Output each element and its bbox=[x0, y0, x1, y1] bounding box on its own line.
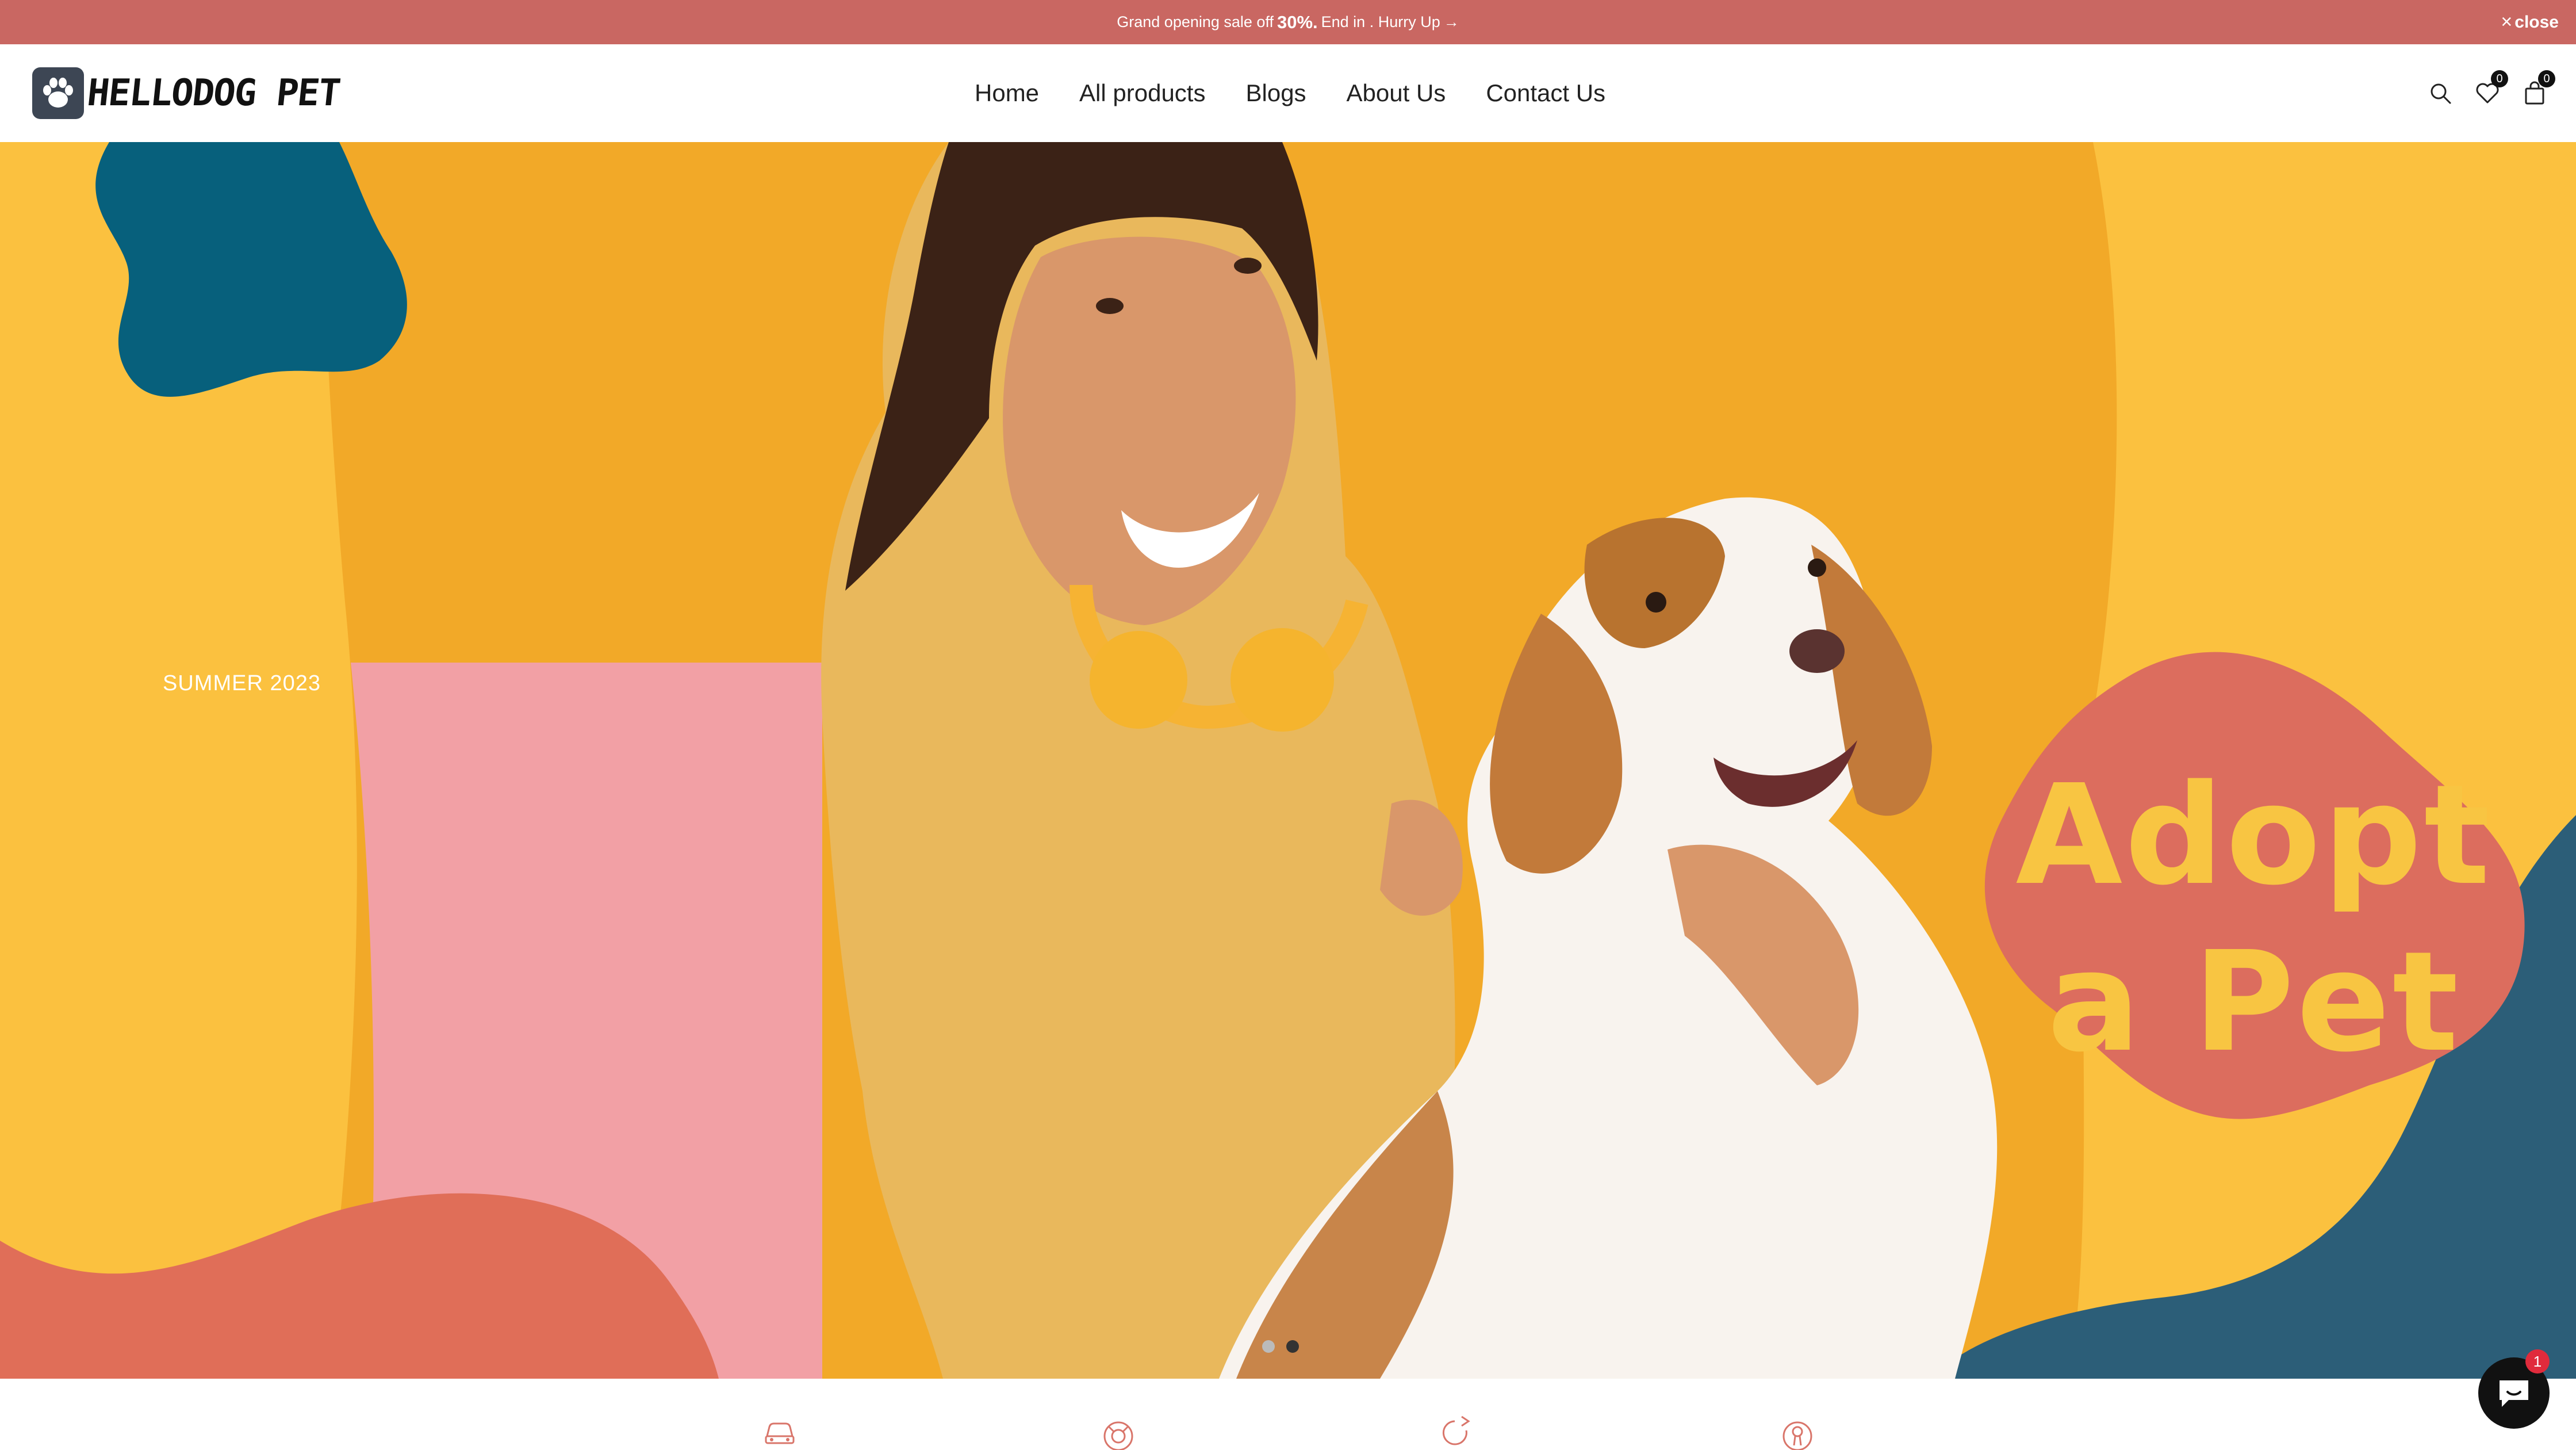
chat-unread-badge: 1 bbox=[2525, 1349, 2550, 1374]
lifebuoy-icon bbox=[1103, 1421, 1133, 1450]
nav-home[interactable]: Home bbox=[975, 79, 1039, 107]
announcement-close-button[interactable]: × close bbox=[2501, 0, 2559, 44]
nav-all-products[interactable]: All products bbox=[1079, 79, 1205, 107]
close-label: close bbox=[2514, 12, 2559, 32]
close-icon: × bbox=[2501, 11, 2513, 33]
site-header: HELLODOG PET Home All products Blogs Abo… bbox=[0, 44, 2576, 143]
wishlist-count-badge: 0 bbox=[2491, 70, 2508, 87]
header-tools: 0 0 bbox=[2428, 44, 2555, 142]
hero-season-label: SUMMER 2023 bbox=[163, 671, 321, 695]
logo-text: HELLODOG PET bbox=[85, 72, 342, 114]
hero-headline-line1: Adopt bbox=[2015, 755, 2493, 916]
announcement-prefix: Grand opening sale off bbox=[1117, 13, 1274, 30]
features-row bbox=[0, 1379, 2576, 1450]
cart-button[interactable]: 0 bbox=[2522, 70, 2555, 106]
chat-bubble-icon bbox=[2500, 1380, 2528, 1407]
chat-widget-button[interactable]: 1 bbox=[2478, 1349, 2550, 1429]
car-icon bbox=[765, 1422, 795, 1444]
nav-contact-us[interactable]: Contact Us bbox=[1486, 79, 1605, 107]
slider-dot-1[interactable] bbox=[1262, 1340, 1275, 1353]
cart-count-badge: 0 bbox=[2538, 70, 2555, 87]
paw-icon bbox=[32, 67, 84, 119]
nav-about-us[interactable]: About Us bbox=[1347, 79, 1446, 107]
search-button[interactable] bbox=[2428, 81, 2453, 106]
slider-pagination bbox=[1262, 1340, 1299, 1353]
announcement-discount: 30%. bbox=[1276, 12, 1318, 32]
nav-blogs[interactable]: Blogs bbox=[1245, 79, 1306, 107]
wishlist-button[interactable]: 0 bbox=[2475, 70, 2508, 106]
announcement-suffix: End in . Hurry Up bbox=[1321, 13, 1440, 30]
search-icon bbox=[2431, 83, 2451, 104]
site-logo[interactable]: HELLODOG PET bbox=[32, 66, 342, 120]
award-icon bbox=[1782, 1421, 1812, 1450]
slider-dot-2[interactable] bbox=[1286, 1340, 1299, 1353]
arrow-right-icon[interactable]: → bbox=[1444, 13, 1459, 31]
hero-headline-line2: a Pet bbox=[2047, 921, 2461, 1082]
return-arrow-icon bbox=[1442, 1415, 1470, 1445]
hero-slider: SUMMER 2023 Adopt a Pet bbox=[0, 142, 2576, 1379]
hero-headline-badge: Adopt a Pet bbox=[1978, 619, 2530, 1137]
main-nav: Home All products Blogs About Us Contact… bbox=[975, 44, 1605, 142]
hero-headline: Adopt a Pet bbox=[1978, 752, 2530, 1085]
announcement-bar: Grand opening sale off 30%. End in . Hur… bbox=[0, 0, 2576, 44]
